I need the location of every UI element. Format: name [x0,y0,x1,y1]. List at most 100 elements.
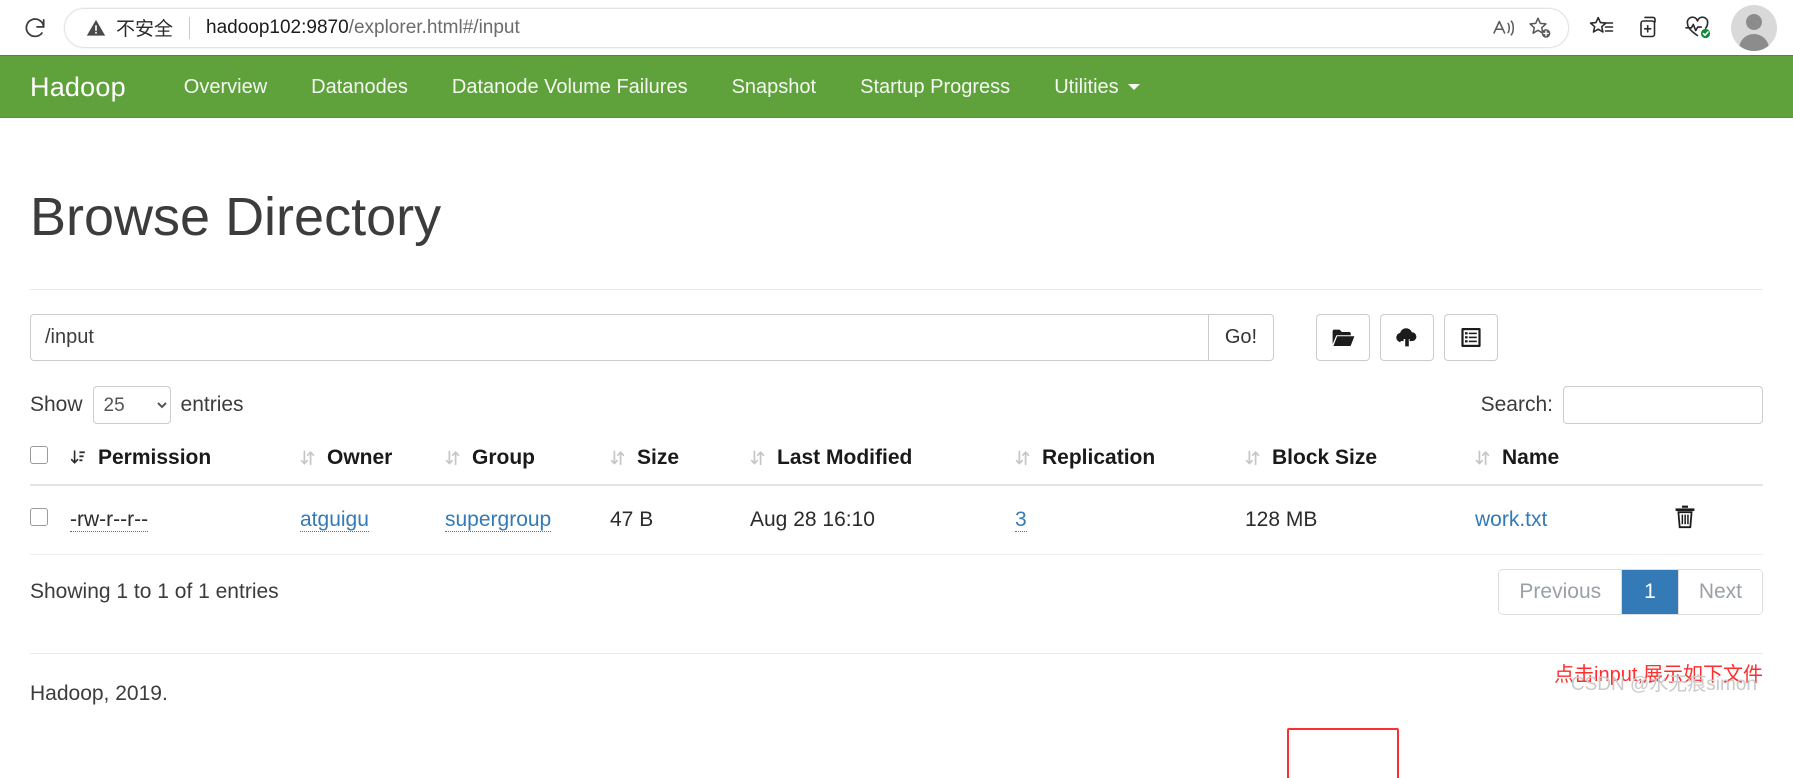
replication-link[interactable]: 3 [1015,508,1027,533]
delete-file-button[interactable] [1673,504,1697,536]
hadoop-navbar: Hadoop Overview Datanodes Datanode Volum… [0,55,1793,118]
new-directory-button[interactable] [1316,314,1370,362]
cell-last-modified: Aug 28 16:10 [750,485,1015,556]
nav-item-utilities[interactable]: Utilities [1032,76,1161,99]
nav-item-datanode-volume-failures[interactable]: Datanode Volume Failures [430,76,710,99]
cell-owner: atguigu [300,485,445,556]
upload-files-button[interactable] [1380,314,1434,362]
nav-item-datanodes[interactable]: Datanodes [289,76,430,99]
sort-both-icon [1015,450,1030,466]
nav-item-snapshot[interactable]: Snapshot [710,76,839,99]
chevron-down-icon [1127,84,1140,90]
add-to-favorites-button[interactable] [1522,10,1558,46]
column-header-owner[interactable]: Owner [300,434,445,487]
cell-block-size: 128 MB [1245,485,1475,556]
row-checkbox[interactable] [30,508,48,527]
column-header-replication-label: Replication [1042,446,1156,470]
column-header-size-label: Size [637,446,680,470]
group-link[interactable]: supergroup [445,508,552,533]
warning-triangle-icon [86,19,106,36]
snapshot-button[interactable] [1444,314,1498,362]
search-input[interactable] [1563,386,1763,425]
read-aloud-icon [1493,19,1514,36]
file-name-link[interactable]: work.txt [1475,508,1547,531]
nav-item-startup-progress[interactable]: Startup Progress [838,76,1032,99]
directory-tools [1316,314,1498,362]
column-header-actions [1673,434,1763,487]
column-header-group-label: Group [472,446,535,470]
brand-logo[interactable]: Hadoop [30,72,126,103]
security-label: 不安全 [116,19,174,40]
column-header-permission[interactable]: Permission [70,434,300,487]
address-url: hadoop102:9870/explorer.html#/input [206,17,520,39]
sort-desc-icon [70,450,85,464]
pagination-next[interactable]: Next [1678,570,1762,615]
read-aloud-button[interactable] [1486,10,1522,46]
path-toolbar: Go! [30,314,1763,362]
cell-replication: 3 [1015,485,1245,556]
table-row: -rw-r--r-- atguigu supergroup 47 B Aug 2… [30,485,1763,556]
column-header-name-label: Name [1502,446,1560,470]
table-header-row: Permission Owner Group Size Last Modifie… [30,434,1763,487]
column-header-replication[interactable]: Replication [1015,434,1245,487]
main-content: Browse Directory Go! [0,187,1793,778]
reload-icon [25,17,45,37]
show-label: Show [30,393,83,417]
column-header-group[interactable]: Group [445,434,610,487]
table-footer: Showing 1 to 1 of 1 entries Previous 1 N… [30,569,1763,616]
select-all-header [30,434,70,487]
page-footer: Hadoop, 2019. [30,682,168,706]
sort-both-icon [445,450,460,466]
entries-select[interactable]: 25 [92,386,171,425]
column-header-name[interactable]: Name [1475,434,1673,487]
nav-item-overview[interactable]: Overview [162,76,289,99]
cell-name: work.txt [1475,485,1673,556]
showing-entries-text: Showing 1 to 1 of 1 entries [30,580,279,604]
profile-avatar-icon [1731,5,1777,51]
owner-link[interactable]: atguigu [300,508,369,533]
column-header-size[interactable]: Size [610,434,750,487]
browser-actions [1579,4,1777,51]
path-input-group: Go! [30,314,1274,362]
sort-both-icon [1245,450,1260,466]
list-box-icon [1461,328,1481,348]
address-url-host: hadoop102:9870 [206,16,349,38]
cell-group: supergroup [445,485,610,556]
nav-links: Overview Datanodes Datanode Volume Failu… [162,76,1162,99]
show-entries-control: Show 25 entries [30,386,244,425]
search-control: Search: [1480,386,1763,425]
column-header-last-modified-label: Last Modified [777,446,913,470]
permission-link[interactable]: -rw-r--r-- [70,508,149,533]
entries-label: entries [180,393,244,417]
cell-size: 47 B [610,485,750,556]
folder-open-icon [1332,329,1354,346]
column-header-block-size-label: Block Size [1272,446,1378,470]
pagination-page-1[interactable]: 1 [1622,570,1679,615]
pagination-previous[interactable]: Previous [1499,570,1623,615]
path-input[interactable] [30,314,1208,362]
browser-essentials-icon [1684,16,1710,39]
search-label: Search: [1480,393,1553,417]
reload-button[interactable] [16,9,54,47]
favorites-button[interactable] [1579,8,1623,48]
row-select-cell [30,485,70,556]
browser-toolbar: 不安全 hadoop102:9870/explorer.html#/input [0,0,1793,55]
pagination: Previous 1 Next [1498,569,1763,616]
go-button[interactable]: Go! [1208,314,1274,362]
collections-button[interactable] [1627,8,1671,48]
select-all-checkbox[interactable] [30,446,48,465]
browser-essentials-button[interactable] [1675,8,1719,48]
favorites-icon [1589,16,1613,33]
column-header-owner-label: Owner [327,446,393,470]
add-to-favorites-icon [1529,16,1551,38]
title-divider [30,289,1763,291]
profile-button[interactable] [1731,4,1777,51]
sort-both-icon [300,450,315,466]
column-header-block-size[interactable]: Block Size [1245,434,1475,487]
annotation-box-name [1287,728,1399,778]
address-bar[interactable]: 不安全 hadoop102:9870/explorer.html#/input [64,7,1569,48]
column-header-permission-label: Permission [98,446,212,470]
security-status[interactable]: 不安全 [85,14,173,41]
footer-divider [30,653,1763,655]
column-header-last-modified[interactable]: Last Modified [750,434,1015,487]
